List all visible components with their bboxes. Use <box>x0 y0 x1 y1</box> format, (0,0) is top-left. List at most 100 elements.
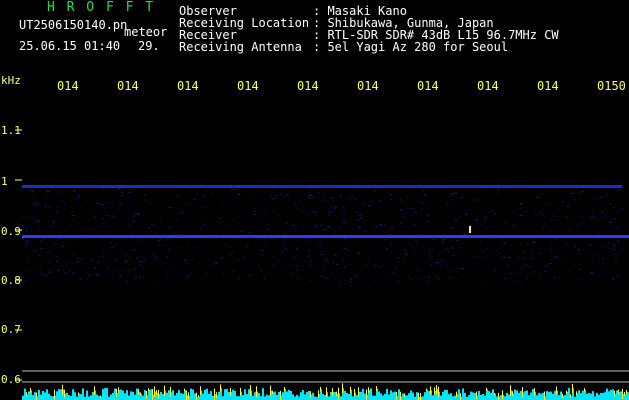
noise-floor-bar <box>114 388 116 400</box>
noise-speck <box>320 275 323 277</box>
noise-speck <box>328 209 330 211</box>
noise-speck <box>283 242 285 244</box>
noise-floor-bar <box>454 395 456 400</box>
noise-floor-bar <box>432 395 434 400</box>
noise-speck <box>309 237 311 239</box>
noise-floor-bar <box>344 390 346 400</box>
noise-speck <box>295 265 299 267</box>
noise-speck <box>150 201 152 203</box>
noise-floor-bar <box>242 395 244 400</box>
noise-speck <box>179 254 181 256</box>
noise-speck <box>542 215 546 217</box>
noise-speck <box>520 215 523 217</box>
noise-speck <box>102 188 105 190</box>
noise-speck <box>379 254 382 256</box>
noise-floor-bar <box>424 392 426 400</box>
noise-floor-spike <box>426 388 427 391</box>
noise-speck <box>448 251 450 253</box>
noise-speck <box>162 262 164 264</box>
noise-speck <box>459 216 462 218</box>
noise-speck <box>405 254 408 256</box>
noise-floor-bar <box>252 396 254 400</box>
noise-speck <box>96 274 100 276</box>
noise-floor-bar <box>248 389 250 400</box>
noise-speck <box>408 276 410 278</box>
noise-speck <box>138 276 142 278</box>
noise-speck <box>240 231 243 233</box>
noise-speck <box>49 215 53 217</box>
noise-speck <box>522 252 526 254</box>
noise-floor-bar <box>416 392 418 400</box>
noise-speck <box>238 210 240 212</box>
noise-speck <box>30 270 33 272</box>
noise-speck <box>358 215 362 217</box>
time-tick: 014 <box>237 79 259 93</box>
noise-floor-bar <box>398 389 400 400</box>
noise-floor-bar <box>590 393 592 400</box>
noise-speck <box>82 219 85 221</box>
noise-floor-bar <box>70 395 72 400</box>
noise-speck <box>40 247 44 249</box>
noise-floor-bar <box>22 395 24 400</box>
noise-speck <box>392 272 395 274</box>
noise-floor-bar <box>40 394 42 400</box>
noise-speck <box>536 196 540 198</box>
signal-line-strong <box>22 235 629 238</box>
noise-floor-spike <box>158 389 159 399</box>
noise-floor-bar <box>580 393 582 400</box>
noise-speck <box>260 213 262 215</box>
noise-floor-spike <box>510 385 511 396</box>
noise-floor-bar <box>520 390 522 400</box>
noise-speck <box>213 274 216 276</box>
noise-speck <box>256 258 258 260</box>
noise-speck <box>421 202 424 204</box>
noise-speck <box>347 189 349 191</box>
noise-speck <box>379 225 381 227</box>
noise-speck <box>570 193 574 195</box>
noise-speck <box>549 263 553 265</box>
noise-speck <box>393 268 397 270</box>
noise-speck <box>430 264 433 266</box>
noise-speck <box>205 273 208 275</box>
noise-speck <box>614 257 618 259</box>
noise-speck <box>33 202 36 204</box>
noise-speck <box>51 280 53 282</box>
noise-speck <box>67 197 70 199</box>
noise-floor-spike <box>400 391 401 400</box>
noise-floor-bar <box>282 392 284 400</box>
noise-speck <box>461 268 465 270</box>
noise-floor-bar <box>422 396 424 400</box>
noise-speck <box>79 278 83 280</box>
noise-speck <box>520 268 523 270</box>
noise-floor-spike <box>30 388 31 393</box>
noise-floor-bar <box>588 393 590 400</box>
noise-speck <box>133 215 135 217</box>
noise-speck <box>45 188 47 190</box>
noise-speck <box>202 206 205 208</box>
noise-speck <box>180 209 183 211</box>
noise-speck <box>428 249 431 251</box>
noise-speck <box>361 204 365 206</box>
noise-floor-bar <box>182 393 184 400</box>
noise-floor-bar <box>110 394 112 400</box>
noise-floor-bar <box>560 391 562 400</box>
time-tick: 0150 <box>597 79 626 93</box>
noise-speck <box>308 280 312 282</box>
noise-floor-bar <box>402 393 404 400</box>
noise-floor-bar <box>224 389 226 400</box>
noise-floor-spike <box>186 390 187 400</box>
noise-speck <box>124 280 127 282</box>
noise-speck <box>400 222 402 224</box>
noise-floor-bar <box>394 391 396 400</box>
noise-speck <box>27 216 29 218</box>
antenna-value: : 5el Yagi Az 280 for Seoul <box>313 40 509 54</box>
noise-speck <box>410 279 413 281</box>
noise-floor-bar <box>464 392 466 400</box>
noise-floor-bar <box>474 392 476 400</box>
noise-speck <box>170 258 172 260</box>
noise-speck <box>93 267 97 269</box>
noise-floor-bar <box>448 394 450 400</box>
noise-floor-bar <box>412 392 414 400</box>
noise-floor-bar <box>162 393 164 400</box>
noise-floor-spike <box>164 385 165 397</box>
